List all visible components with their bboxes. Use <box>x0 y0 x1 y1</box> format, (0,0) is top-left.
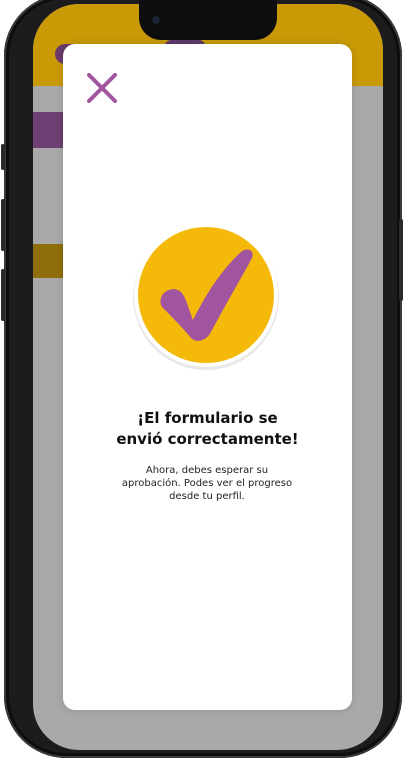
success-message-line-2: aprobación. Podes ver el progreso <box>121 478 293 489</box>
close-icon <box>87 73 117 103</box>
success-message-line-3: desde tu perfil. <box>169 491 245 502</box>
checkmark-icon <box>133 223 279 370</box>
side-button-mute <box>1 144 5 170</box>
success-title: ¡El formulario se envió correctamente! <box>63 408 352 450</box>
close-button[interactable] <box>85 71 119 105</box>
success-modal: ¡El formulario se envió correctamente! A… <box>63 44 352 710</box>
side-button-volume-down <box>1 269 5 321</box>
success-message-line-1: Ahora, debes esperar su <box>145 465 269 476</box>
camera-lens <box>150 14 162 26</box>
side-button-volume-up <box>1 199 5 251</box>
device-mockup: ¡El formulario se envió correctamente! A… <box>0 0 416 761</box>
success-title-line-1: ¡El formulario se <box>137 409 278 427</box>
side-button-power <box>399 219 403 301</box>
success-badge <box>131 220 281 370</box>
success-title-line-2: envió correctamente! <box>116 430 299 448</box>
success-message: Ahora, debes esperar su aprobación. Pode… <box>107 464 307 503</box>
